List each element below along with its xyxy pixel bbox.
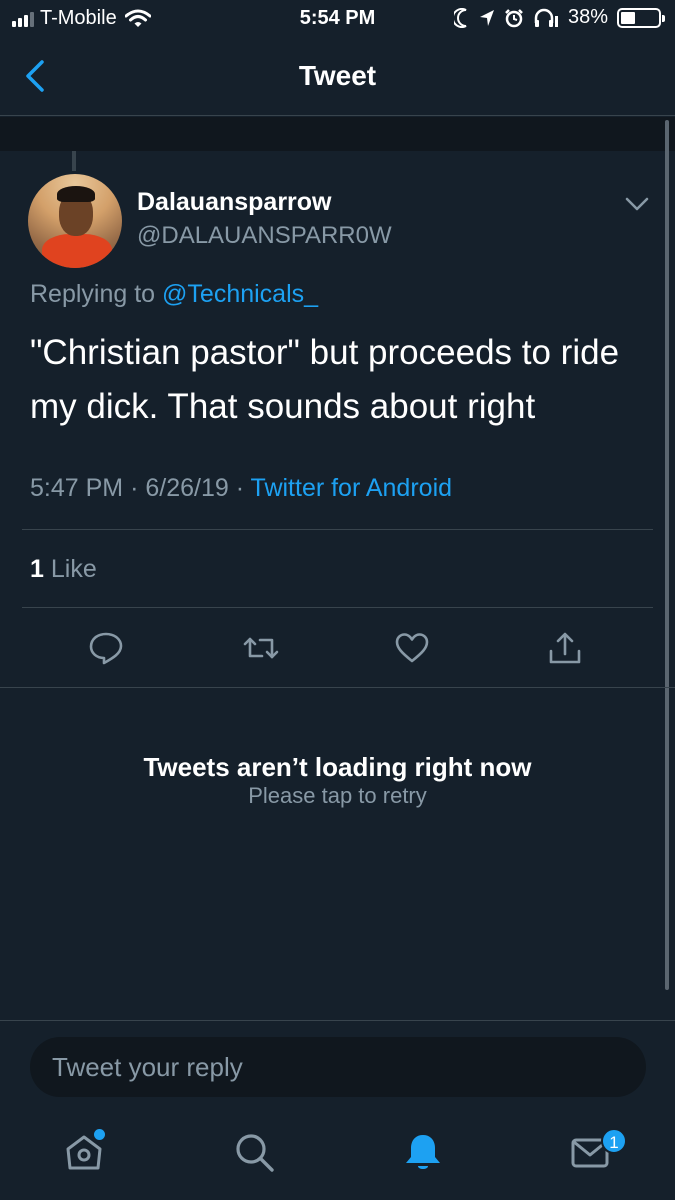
- avatar[interactable]: [28, 174, 122, 268]
- tweet-meta: 5:47 PM · 6/26/19 · Twitter for Android: [30, 474, 452, 503]
- retry-link[interactable]: Please tap to retry: [0, 783, 675, 809]
- battery-percentage: 38%: [567, 6, 608, 28]
- page-title: Tweet: [298, 60, 377, 91]
- divider: [0, 687, 675, 688]
- moon-icon: [453, 7, 467, 28]
- tweet-text: "Christian pastor" but proceeds to ride …: [30, 333, 620, 426]
- chevron-down-icon[interactable]: [624, 194, 650, 214]
- battery-nub: [662, 14, 665, 22]
- scrollbar[interactable]: [665, 120, 669, 990]
- status-bar: T-Mobile 5:54 PM 38%: [0, 0, 675, 38]
- search-icon[interactable]: [232, 1130, 276, 1174]
- reply-input[interactable]: [30, 1037, 646, 1097]
- divider: [22, 529, 653, 530]
- divider: [22, 607, 653, 608]
- replying-to-mention[interactable]: @Technicals_: [162, 280, 318, 308]
- tweet-time: 5:47 PM: [30, 474, 124, 502]
- avatar-hair: [57, 186, 95, 202]
- messages-badge: 1: [601, 1128, 627, 1154]
- home-unread-dot: [94, 1129, 105, 1140]
- headphones-icon: [534, 8, 558, 27]
- empty-state-title: Tweets aren’t loading right now: [143, 752, 532, 782]
- location-arrow-icon: [479, 9, 494, 26]
- meta-separator: ·: [130, 474, 146, 502]
- tweet-date: 6/26/19: [145, 474, 229, 502]
- display-name[interactable]: Dalauansparrow: [137, 188, 332, 217]
- tweet-detail-screen: T-Mobile 5:54 PM 38% Tweet Dalauansparro…: [0, 0, 675, 1200]
- divider: [0, 1020, 675, 1021]
- status-right: 38%: [453, 6, 665, 29]
- avatar-shirt: [42, 234, 112, 268]
- like-icon[interactable]: [394, 630, 430, 666]
- like-count[interactable]: 1 Like: [30, 555, 97, 584]
- top-separator-band: [0, 117, 675, 151]
- share-icon[interactable]: [547, 630, 583, 666]
- replying-to-line: Replying to @Technicals_: [30, 280, 318, 309]
- alarm-icon: [505, 8, 523, 27]
- battery-icon: [617, 7, 665, 28]
- tweet-source-link[interactable]: Twitter for Android: [251, 474, 452, 502]
- navigation-bar: Tweet: [0, 38, 675, 116]
- replying-to-label: Replying to: [30, 280, 156, 308]
- notifications-icon[interactable]: [401, 1130, 445, 1174]
- battery-fill: [621, 11, 635, 24]
- like-count-number: 1: [30, 555, 44, 583]
- user-handle[interactable]: @DALAUANSPARR0W: [137, 222, 392, 250]
- reply-icon[interactable]: [88, 630, 124, 666]
- thread-connector: [72, 151, 76, 171]
- retweet-icon[interactable]: [243, 630, 279, 666]
- like-count-label: Like: [50, 555, 97, 583]
- meta-separator: ·: [235, 474, 251, 502]
